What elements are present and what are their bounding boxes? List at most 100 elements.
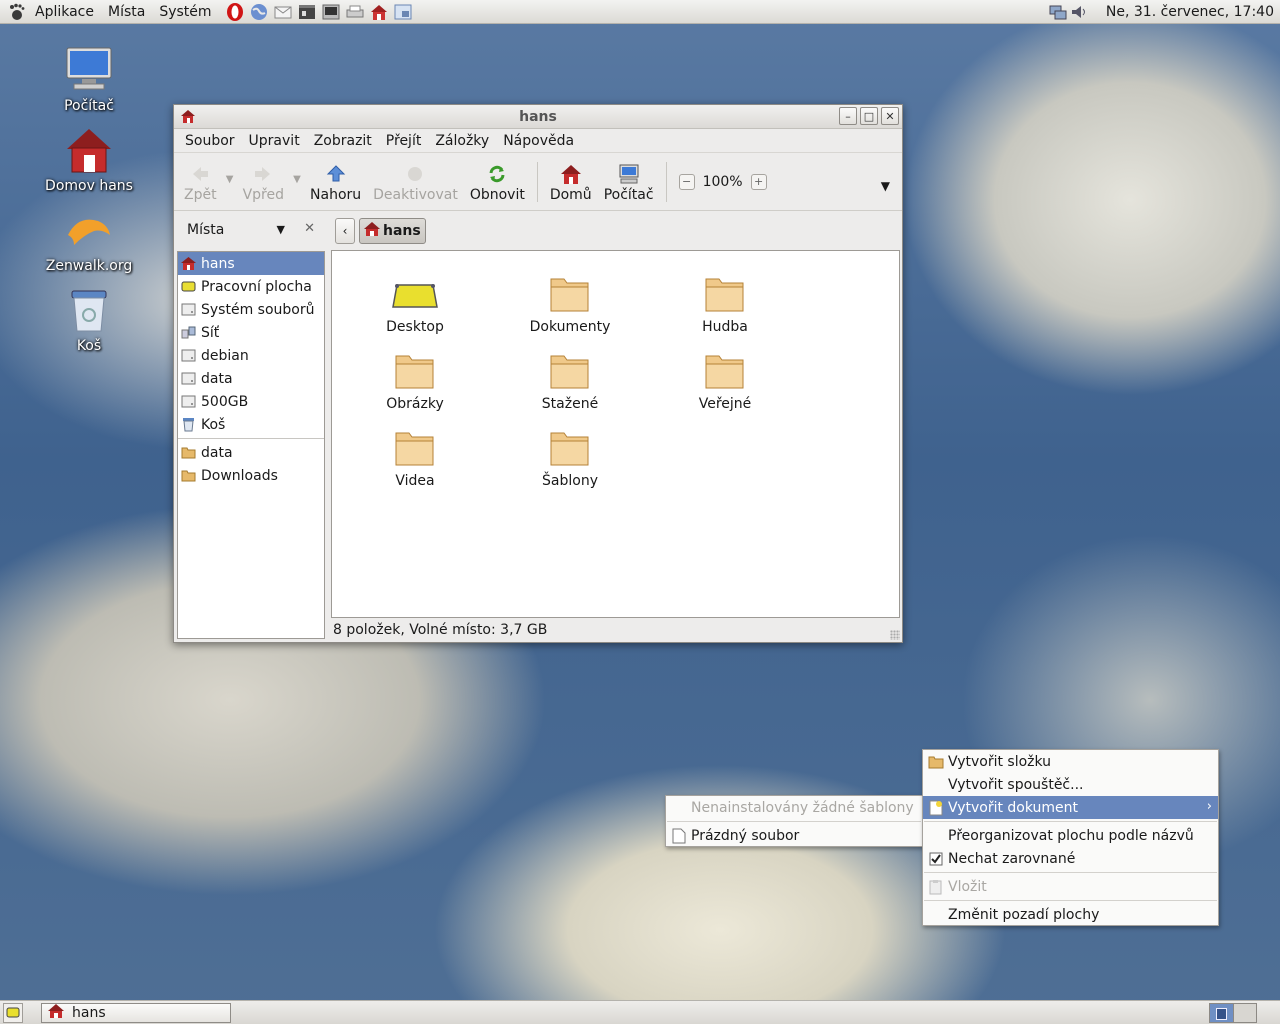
sidebar-bookmark-data[interactable]: data xyxy=(178,441,324,464)
sidebar-item-network[interactable]: Síť xyxy=(178,321,324,344)
menu-item-label: Vytvořit spouštěč... xyxy=(948,776,1084,793)
menu-bookmarks[interactable]: Záložky xyxy=(428,133,496,149)
top-panel: Aplikace Místa Systém Ne, 31. červenec, … xyxy=(0,0,1280,24)
gnome-foot-icon[interactable] xyxy=(6,1,28,23)
drive-icon xyxy=(181,394,196,409)
stop-button[interactable]: Deaktivovat xyxy=(367,155,464,209)
trash-icon xyxy=(63,284,115,336)
sidebar-item-filesystem[interactable]: Systém souborů xyxy=(178,298,324,321)
submenu-empty-file[interactable]: Prázdný soubor xyxy=(666,824,922,847)
sidebar-item-trash[interactable]: Koš xyxy=(178,413,324,436)
file-item-desktop[interactable]: Desktop xyxy=(350,261,480,335)
desktop-icon-computer[interactable]: Počítač xyxy=(34,44,144,114)
maximize-button[interactable]: □ xyxy=(860,107,878,125)
back-button[interactable]: Zpět xyxy=(178,155,223,209)
taskbar-item-hans[interactable]: hans xyxy=(41,1003,231,1023)
file-item-videa[interactable]: Videa xyxy=(350,415,480,489)
back-arrow-icon xyxy=(190,161,210,187)
resize-grip[interactable] xyxy=(890,630,900,640)
menu-paste[interactable]: Vložit xyxy=(923,875,1218,898)
file-item-obrazky[interactable]: Obrázky xyxy=(350,338,480,412)
close-icon[interactable]: ✕ xyxy=(304,221,315,236)
sidebar-item-hans[interactable]: hans xyxy=(178,252,324,275)
globe-icon[interactable] xyxy=(249,1,270,22)
menu-help[interactable]: Nápověda xyxy=(496,133,581,149)
menu-create-folder[interactable]: Vytvořit složku xyxy=(923,750,1218,773)
file-label: Dokumenty xyxy=(529,319,611,335)
sidebar-item-500gb[interactable]: 500GB xyxy=(178,390,324,413)
desktop-icon-zenwalk[interactable]: Zenwalk.org xyxy=(34,204,144,274)
home-button[interactable]: Domů xyxy=(544,155,598,209)
network-status-icon[interactable] xyxy=(1048,2,1069,23)
sidebar-header[interactable]: Místa ▼ ✕ xyxy=(177,215,325,245)
submenu-item-label: Nenainstalovány žádné šablony xyxy=(691,799,914,816)
workspace-1[interactable] xyxy=(1210,1004,1234,1022)
home-icon xyxy=(560,161,582,187)
breadcrumb-hans[interactable]: hans xyxy=(359,218,426,244)
desktop-icon-label: Domov hans xyxy=(45,178,133,194)
menu-go[interactable]: Přejít xyxy=(379,133,429,149)
minimize-button[interactable]: – xyxy=(839,107,857,125)
remote-icon[interactable] xyxy=(393,1,414,22)
opera-icon[interactable] xyxy=(225,1,246,22)
up-button[interactable]: Nahoru xyxy=(304,155,367,209)
pathbar-back-button[interactable]: ‹ xyxy=(335,218,355,244)
desktop-icon-trash[interactable]: Koš xyxy=(34,284,144,354)
folder-icon xyxy=(350,415,480,469)
desktop-icon-home[interactable]: Domov hans xyxy=(34,124,144,194)
folder-icon xyxy=(505,261,635,315)
checkbox-checked-icon[interactable] xyxy=(928,851,944,867)
volume-icon[interactable] xyxy=(1069,2,1090,23)
menu-item-label: Přeorganizovat plochu podle názvů xyxy=(948,827,1194,844)
window-titlebar[interactable]: hans – □ ✕ xyxy=(174,105,902,129)
menu-view[interactable]: Zobrazit xyxy=(307,133,379,149)
file-icon-view[interactable]: Desktop Dokumenty Hudba Obrázky Stažené … xyxy=(331,250,900,618)
file-item-dokumenty[interactable]: Dokumenty xyxy=(505,261,635,335)
breadcrumb-label: hans xyxy=(383,223,421,239)
zoom-level[interactable]: 100% xyxy=(703,174,743,190)
file-item-verejne[interactable]: Veřejné xyxy=(660,338,790,412)
media-icon[interactable] xyxy=(297,1,318,22)
menu-applications[interactable]: Aplikace xyxy=(28,4,101,20)
menu-create-document[interactable]: Vytvořit dokument › xyxy=(923,796,1218,819)
close-button[interactable]: ✕ xyxy=(881,107,899,125)
sidebar-item-data[interactable]: data xyxy=(178,367,324,390)
back-history-chevron-icon[interactable]: ▼ xyxy=(223,174,237,185)
workspace-2[interactable] xyxy=(1233,1004,1256,1022)
clock[interactable]: Ne, 31. červenec, 17:40 xyxy=(1090,4,1280,20)
reload-button[interactable]: Obnovit xyxy=(464,155,531,209)
forward-button[interactable]: Vpřed xyxy=(237,155,290,209)
home-icon xyxy=(181,256,196,271)
home-icon[interactable] xyxy=(369,1,390,22)
sidebar-item-label: 500GB xyxy=(201,393,249,410)
sidebar-item-debian[interactable]: debian xyxy=(178,344,324,367)
menu-edit[interactable]: Upravit xyxy=(242,133,307,149)
zoom-in-button[interactable]: + xyxy=(750,173,767,190)
zoom-out-button[interactable]: − xyxy=(678,173,695,190)
sidebar-item-desktop[interactable]: Pracovní plocha xyxy=(178,275,324,298)
toolbar-overflow-chevron-icon[interactable]: ▼ xyxy=(881,179,890,193)
mail-icon[interactable] xyxy=(273,1,294,22)
file-item-hudba[interactable]: Hudba xyxy=(660,261,790,335)
menu-keep-aligned[interactable]: Nechat zarovnané xyxy=(923,847,1218,870)
stop-icon xyxy=(405,161,425,187)
menu-file[interactable]: Soubor xyxy=(178,133,242,149)
menu-reorganize-desktop[interactable]: Přeorganizovat plochu podle názvů xyxy=(923,824,1218,847)
places-list: hans Pracovní plocha Systém souborů Síť … xyxy=(177,251,325,639)
menu-item-label: Nechat zarovnané xyxy=(948,850,1076,867)
file-item-sablony[interactable]: Šablony xyxy=(505,415,635,489)
back-label: Zpět xyxy=(184,186,217,203)
file-item-stazene[interactable]: Stažené xyxy=(505,338,635,412)
terminal-icon[interactable] xyxy=(321,1,342,22)
folder-icon xyxy=(660,338,790,392)
menu-places[interactable]: Místa xyxy=(101,4,152,20)
menu-change-background[interactable]: Změnit pozadí plochy xyxy=(923,903,1218,926)
sidebar-bookmark-downloads[interactable]: Downloads xyxy=(178,464,324,487)
chevron-down-icon[interactable]: ▼ xyxy=(277,223,285,236)
forward-history-chevron-icon[interactable]: ▼ xyxy=(290,174,304,185)
printer-icon[interactable] xyxy=(345,1,366,22)
menu-system[interactable]: Systém xyxy=(152,4,218,20)
show-desktop-button[interactable] xyxy=(3,1003,23,1023)
computer-button[interactable]: Počítač xyxy=(598,155,660,209)
menu-create-launcher[interactable]: Vytvořit spouštěč... xyxy=(923,773,1218,796)
